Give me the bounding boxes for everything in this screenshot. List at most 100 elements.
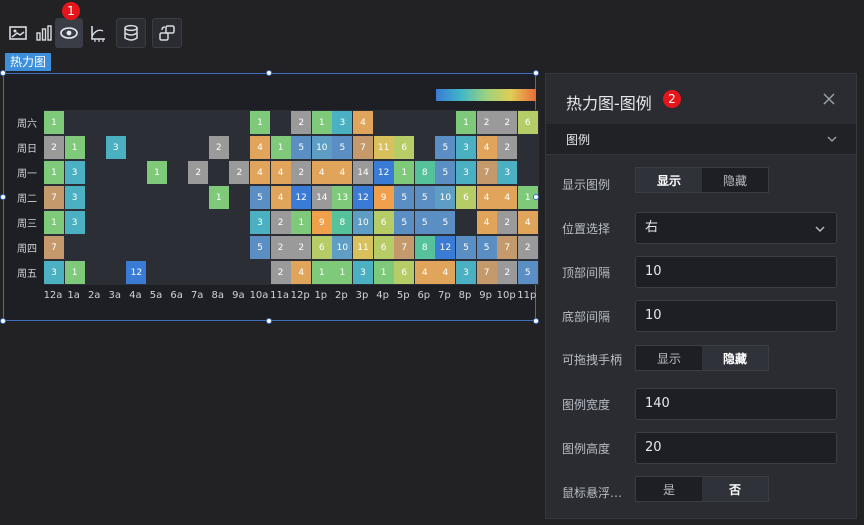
step-badge-2: 2	[663, 90, 681, 108]
heatmap-cell: 3	[105, 136, 126, 159]
interaction-button[interactable]	[152, 18, 182, 48]
show-legend-off[interactable]: 隐藏	[702, 168, 768, 192]
heatmap-cell: 2	[208, 136, 229, 159]
y-axis-label: 周一	[17, 169, 37, 180]
heatmap-cell: 4	[291, 261, 312, 284]
resize-handle[interactable]	[0, 70, 6, 76]
resize-handle[interactable]	[0, 194, 6, 200]
heatmap-cell: 6	[394, 136, 415, 159]
heatmap-cell: 5	[435, 211, 456, 234]
legend-height-label: 图例高度	[562, 442, 611, 456]
widget-type-tag: 热力图	[5, 53, 52, 71]
heatmap-cell: 5	[435, 161, 456, 184]
heatmap-cell: 2	[476, 111, 497, 134]
heatmap-cell: 4	[476, 186, 497, 209]
heatmap-cell: 9	[373, 186, 394, 209]
heatmap-cell: 3	[332, 111, 353, 134]
heatmap-cell: 10	[353, 211, 373, 234]
heatmap-cell: 5	[332, 136, 353, 159]
heatmap-cell: 4	[270, 161, 291, 184]
heatmap-cell: 6	[311, 236, 332, 259]
hover-float-no[interactable]: 否	[702, 477, 768, 501]
resize-handle[interactable]	[533, 194, 539, 200]
heatmap-cell: 5	[414, 186, 435, 209]
heatmap-cell: 2	[497, 211, 518, 234]
heatmap-cell: 8	[332, 211, 353, 234]
x-axis-label: 11p	[517, 290, 537, 301]
heatmap-cell: 4	[353, 111, 373, 134]
drag-handle-label: 可拖拽手柄	[562, 353, 623, 367]
heatmap-cell: 13	[332, 186, 353, 209]
heatmap-legend	[436, 89, 536, 101]
panel-title: 热力图-图例	[566, 94, 652, 113]
heatmap-cell: 2	[291, 161, 312, 184]
heatmap-cell: 3	[64, 211, 85, 234]
hover-float-yes[interactable]: 是	[636, 477, 702, 501]
database-icon	[124, 24, 138, 41]
heatmap-cell: 2	[188, 161, 209, 184]
top-gap-input[interactable]: 10	[635, 256, 837, 288]
heatmap-cell: 5	[476, 236, 497, 259]
close-icon[interactable]	[822, 92, 836, 106]
heatmap-cell: 12	[353, 186, 373, 209]
heatmap-cell: 2	[229, 161, 250, 184]
heatmap-cell: 2	[270, 236, 291, 259]
heatmap-cell: 7	[353, 136, 373, 159]
heatmap-cell: 2	[497, 261, 518, 284]
legend-width-label: 图例宽度	[562, 398, 611, 412]
legend-section-header[interactable]: 图例	[546, 124, 856, 155]
heatmap-cell: 10	[435, 186, 456, 209]
resize-handle[interactable]	[533, 70, 539, 76]
position-label: 位置选择	[562, 222, 611, 236]
heatmap-cell: 2	[291, 111, 312, 134]
drag-handle-on[interactable]: 显示	[636, 346, 702, 370]
heatmap-cell: 7	[497, 236, 518, 259]
resize-handle[interactable]	[266, 318, 272, 324]
heatmap-cell: 1	[250, 111, 270, 134]
heatmap-cell: 12	[291, 186, 312, 209]
resize-handle[interactable]	[533, 318, 539, 324]
section-label: 图例	[566, 133, 591, 147]
heatmap-cell: 3	[250, 211, 270, 234]
heatmap-cell: 11	[373, 136, 394, 159]
heatmap-cell: 1	[208, 186, 229, 209]
y-axis-label: 周日	[17, 144, 37, 155]
y-axis-label: 周二	[17, 194, 37, 205]
heatmap-cell: 3	[456, 261, 476, 284]
heatmap-cell: 1	[311, 111, 332, 134]
position-select[interactable]: 右	[635, 212, 837, 244]
show-legend-on[interactable]: 显示	[636, 168, 702, 192]
heatmap-cell: 10	[311, 136, 332, 159]
legend-width-input[interactable]: 140	[635, 388, 837, 420]
heatmap-cell: 12	[435, 236, 456, 259]
heatmap-cell: 1	[456, 111, 476, 134]
heatmap-cell: 6	[373, 211, 394, 234]
axis-button[interactable]	[82, 18, 112, 48]
heatmap-cell: 3	[456, 136, 476, 159]
chevron-down-icon	[815, 226, 825, 232]
heatmap-cell: 4	[476, 136, 497, 159]
heatmap-cell: 2	[497, 136, 518, 159]
resize-handle[interactable]	[266, 70, 272, 76]
heatmap-button[interactable]	[55, 18, 83, 48]
heatmap-cell: 1	[311, 261, 332, 284]
heatmap-cell: 8	[414, 236, 435, 259]
heatmap-cell: 4	[476, 211, 497, 234]
resize-handle[interactable]	[0, 318, 6, 324]
heatmap-cell: 12	[373, 161, 394, 184]
drag-handle-off[interactable]: 隐藏	[702, 346, 768, 370]
heatmap-widget[interactable]: 1 1 2 1 3 4 1 2 2 6 2 1 3 2 4 1 5 10 5 7 11 6 5 3 4 2 1 3 1 2 2 4 4 2 4 4 14…	[3, 73, 539, 321]
y-axis-label: 周五	[17, 269, 37, 280]
chevron-down-icon	[827, 136, 837, 142]
bottom-gap-input[interactable]: 10	[635, 300, 837, 332]
heatmap-cell: 3	[44, 261, 64, 284]
data-source-button[interactable]	[116, 18, 146, 48]
heatmap-cell: 2	[291, 236, 312, 259]
heatmap-cell: 7	[394, 236, 415, 259]
heatmap-cell: 4	[250, 161, 270, 184]
drag-handle-toggle: 显示 隐藏	[635, 345, 769, 371]
heatmap-cell: 3	[64, 186, 85, 209]
heatmap-cell: 1	[64, 136, 85, 159]
legend-height-input[interactable]: 20	[635, 432, 837, 464]
heatmap-cell: 7	[44, 186, 64, 209]
